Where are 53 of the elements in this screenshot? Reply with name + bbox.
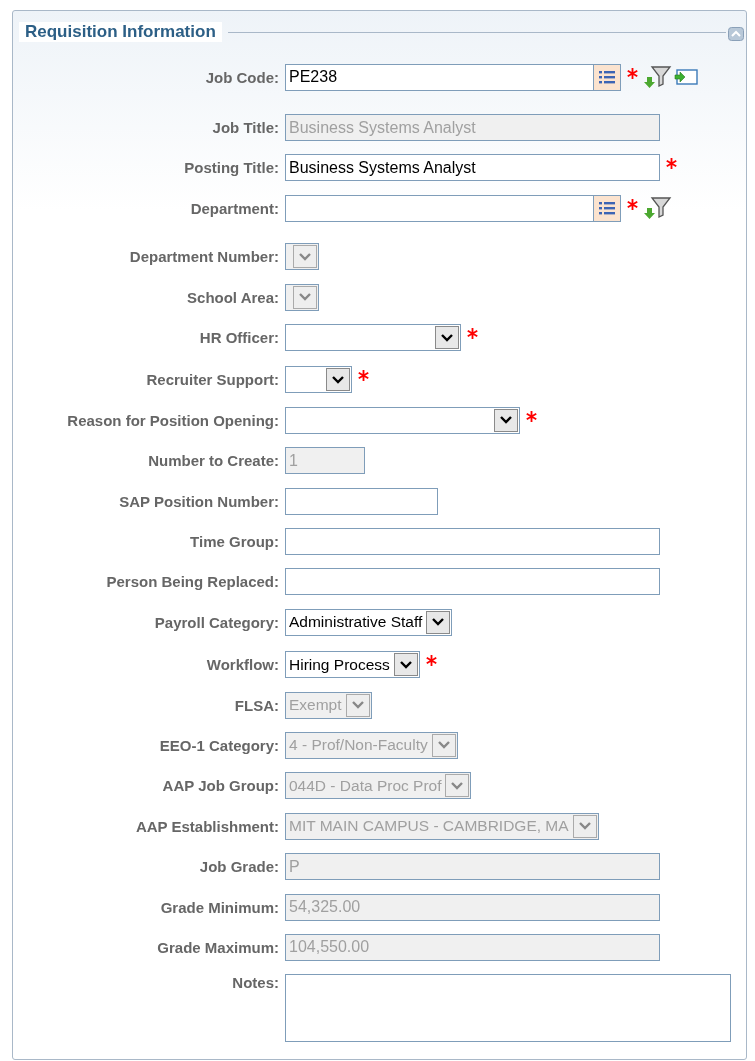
dropdown[interactable] — [285, 324, 461, 352]
field-label: HR Officer: — [198, 329, 280, 347]
field-label: SAP Position Number: — [118, 492, 280, 510]
chevron-icon — [298, 251, 312, 262]
field-label: Reason for Position Opening: — [66, 411, 280, 429]
field-label: Notes: — [231, 973, 280, 991]
lookup-field[interactable] — [285, 194, 621, 222]
field-label: FLSA: — [233, 696, 280, 714]
chevron-icon — [436, 740, 451, 751]
field-label: Number to Create: — [147, 452, 280, 470]
text-field[interactable] — [285, 528, 660, 555]
field-label: Person Being Replaced: — [105, 573, 280, 591]
field-label: Grade Maximum: — [156, 938, 280, 956]
chevron-icon — [398, 659, 413, 670]
lookup-field[interactable]: PE238 — [285, 63, 621, 91]
field-label: Job Code: — [204, 68, 280, 86]
chevron-icon — [298, 292, 312, 303]
field-label: Grade Minimum: — [159, 898, 280, 916]
dropdown[interactable] — [285, 406, 520, 434]
collapse-icon[interactable] — [728, 27, 744, 41]
field-label: Department Number: — [128, 248, 280, 266]
field-label: AAP Establishment: — [134, 817, 280, 835]
chevron-icon — [450, 780, 465, 791]
field-label: School Area: — [186, 288, 280, 306]
notes-field[interactable] — [285, 973, 731, 1042]
chevron-icon — [499, 415, 513, 426]
filter-icon[interactable] — [642, 195, 672, 222]
chevron-icon — [350, 700, 365, 711]
text-field[interactable] — [285, 487, 438, 515]
field-label: Job Grade: — [198, 858, 280, 876]
chevron-icon — [440, 332, 454, 343]
chevron-icon — [331, 374, 345, 385]
dropdown[interactable]: Administrative Staff — [285, 608, 453, 636]
text-field[interactable]: Business Systems Analyst — [285, 154, 660, 182]
field-label: Recruiter Support: — [145, 371, 280, 389]
field-label: EEO-1 Category: — [158, 736, 280, 754]
filter-icon[interactable] — [642, 64, 672, 91]
field-label: AAP Job Group: — [161, 777, 280, 795]
field-label: Posting Title: — [183, 159, 280, 177]
text-field[interactable] — [285, 568, 660, 596]
field-label: Workflow: — [205, 656, 280, 674]
dropdown[interactable] — [285, 366, 352, 394]
list-icon[interactable] — [593, 64, 620, 90]
field-label: Job Title: — [211, 119, 280, 137]
chevron-icon — [431, 617, 446, 628]
enter-icon[interactable] — [674, 68, 698, 87]
chevron-icon — [577, 821, 592, 832]
list-icon[interactable] — [593, 195, 620, 221]
panel-title: Requisition Information — [19, 22, 222, 42]
dropdown[interactable]: Hiring Process — [285, 651, 420, 679]
field-label: Department: — [189, 199, 280, 217]
field-label: Time Group: — [189, 533, 280, 550]
field-label: Payroll Category: — [153, 613, 280, 631]
